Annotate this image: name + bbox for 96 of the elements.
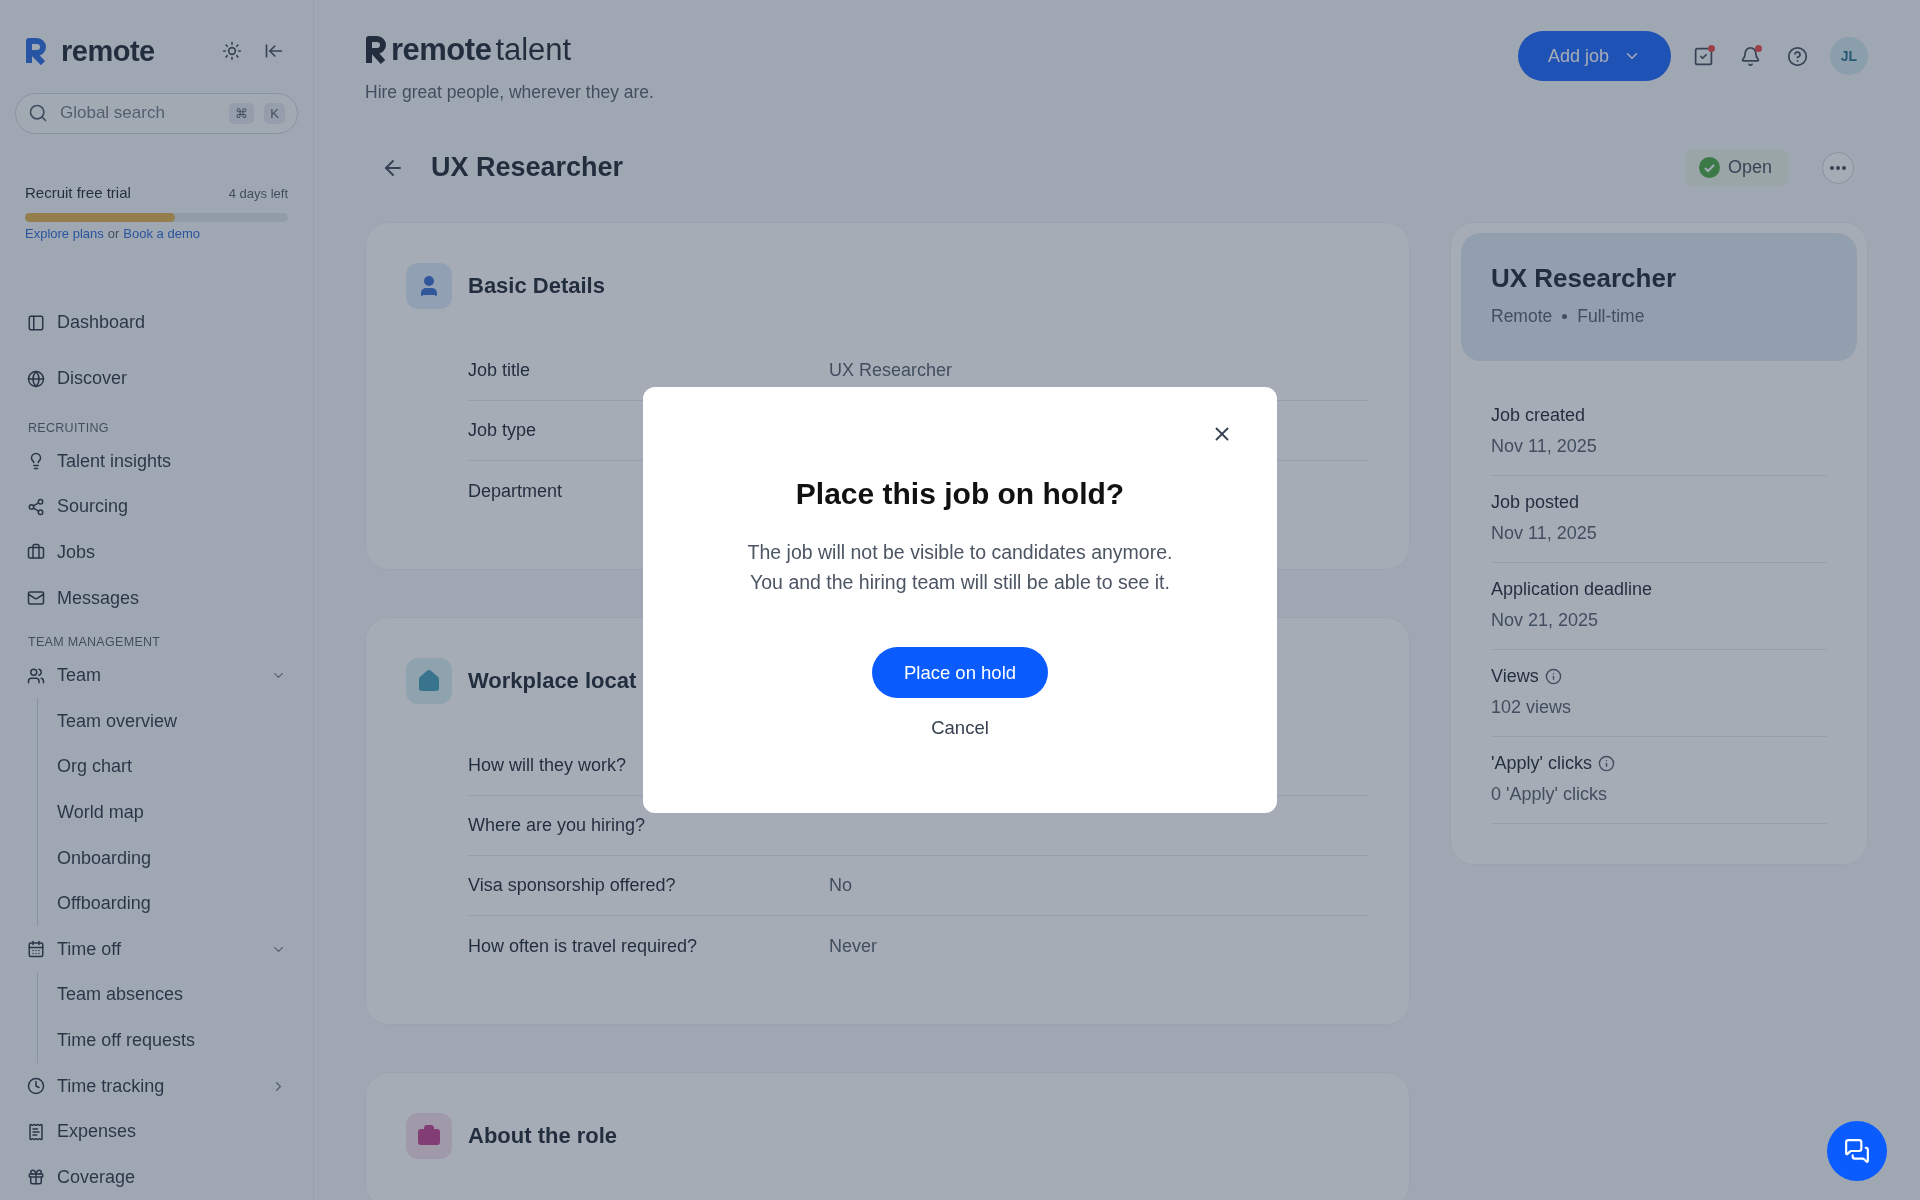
briefcase-icon: [27, 543, 45, 562]
people-icon: [27, 666, 45, 685]
nav-subitem[interactable]: Offboarding: [38, 880, 298, 927]
stat-label: Job created: [1491, 405, 1586, 426]
field-value: No: [829, 875, 853, 896]
search-input[interactable]: Global search: [58, 102, 220, 125]
person-icon: [406, 263, 452, 309]
book-demo-link[interactable]: Book a demo: [123, 225, 200, 241]
notification-dot: [1755, 44, 1762, 52]
search-field[interactable]: Global search ⌘ K: [15, 92, 298, 134]
checkbox-icon: [1693, 45, 1714, 67]
ellipsis-icon: [1830, 165, 1846, 170]
nav-subitem[interactable]: Org chart: [38, 744, 298, 790]
receipt-icon: [27, 1122, 45, 1141]
nav-item[interactable]: Dashboard: [15, 294, 298, 351]
chat-bubbles-icon: [1844, 1138, 1870, 1164]
section-title: About the role: [468, 1123, 618, 1149]
nav-subitem[interactable]: World map: [38, 789, 298, 836]
house-icon: [406, 658, 452, 704]
share-icon: [27, 497, 45, 516]
clock-icon: [27, 1077, 45, 1095]
nav-item[interactable]: Time off: [15, 926, 298, 973]
chat-button[interactable]: [1827, 1121, 1887, 1181]
nav-section-heading: TEAM MANAGEMENT: [27, 633, 162, 651]
add-job-button[interactable]: Add job: [1517, 31, 1671, 81]
brand-name: remote: [391, 32, 492, 68]
stat-label: 'Apply' clicks: [1491, 753, 1592, 774]
nav-subitem[interactable]: Time off requests: [38, 1017, 298, 1064]
summary-title: UX Researcher: [1491, 263, 1677, 294]
nav-item[interactable]: Coverage: [15, 1154, 298, 1200]
bullet-icon: [1562, 314, 1568, 319]
briefcase-icon: [406, 1113, 452, 1159]
nav-item[interactable]: Time tracking: [15, 1063, 298, 1109]
nav-item[interactable]: Discover: [15, 350, 298, 407]
info-icon[interactable]: [1597, 755, 1615, 772]
user-avatar[interactable]: JL: [1830, 37, 1868, 75]
calendar-icon: [27, 940, 45, 959]
envelope-icon: [27, 589, 45, 608]
stat-value: Nov 11, 2025: [1491, 523, 1598, 544]
help-icon: [1787, 45, 1808, 67]
globe-icon: [27, 369, 45, 388]
explore-plans-link[interactable]: Explore plans: [25, 225, 104, 241]
brand-logo-icon: [25, 37, 47, 66]
stat-value: Nov 21, 2025: [1491, 610, 1600, 631]
info-icon[interactable]: [1544, 668, 1562, 685]
bell-icon: [1740, 45, 1761, 67]
nav-item[interactable]: Team: [15, 652, 298, 699]
nav-subitem[interactable]: Team absences: [38, 972, 298, 1018]
stat-value: 0 'Apply' clicks: [1491, 784, 1608, 805]
field-label: Where are you hiring?: [468, 815, 647, 836]
more-button[interactable]: [1822, 151, 1854, 184]
nav-subitem[interactable]: Onboarding: [38, 835, 298, 881]
nav-item[interactable]: Expenses: [15, 1108, 298, 1155]
shortcut-key: ⌘: [229, 102, 255, 124]
field-label: How will they work?: [468, 755, 628, 776]
tagline: Hire great people, wherever they are.: [365, 82, 654, 103]
brand-logo-icon: [365, 35, 387, 65]
section-title: Basic Details: [468, 273, 605, 299]
dialog-message: The job will not be visible to candidates anymore. You and the hiring team will still be able to see it.: [747, 540, 1173, 595]
nav-item[interactable]: Jobs: [15, 529, 298, 576]
gift-icon: [27, 1168, 45, 1187]
or-text: or: [107, 225, 120, 241]
nav-subitem[interactable]: Team overview: [38, 698, 298, 745]
stat-value: Nov 11, 2025: [1491, 436, 1598, 457]
place-on-hold-button[interactable]: Place on hold: [871, 647, 1049, 698]
job-meta: Full-time: [1577, 306, 1645, 327]
stat-label: Application deadline: [1491, 579, 1653, 600]
check-circle-icon: [1698, 157, 1720, 178]
field-value: Never: [829, 935, 878, 957]
stat-value: 102 views: [1491, 697, 1573, 718]
brand-name: remote: [61, 34, 156, 68]
trial-title: Recruit free trial: [25, 183, 131, 201]
page-title: UX Researcher: [431, 152, 625, 183]
job-meta: Remote: [1491, 306, 1553, 327]
sun-icon: [222, 41, 242, 62]
cancel-button[interactable]: Cancel: [925, 716, 995, 740]
section-title: Workplace locat: [468, 668, 637, 694]
nav-item[interactable]: Sourcing: [15, 484, 298, 530]
field-label: Job title: [468, 360, 532, 381]
field-label: Job type: [468, 420, 538, 441]
stat-label: Views: [1491, 666, 1539, 687]
field-label: Visa sponsorship offered?: [468, 875, 677, 896]
product-name: talent: [495, 32, 572, 68]
nav-item[interactable]: Talent insights: [15, 438, 298, 485]
dialog-title: Place this job on hold?: [795, 477, 1125, 511]
field-label: How often is travel required?: [468, 935, 699, 957]
nav-section-heading: RECRUITING: [27, 419, 110, 437]
notification-dot: [1708, 44, 1715, 52]
shortcut-key: K: [264, 102, 285, 124]
nav-item[interactable]: Messages: [15, 575, 298, 621]
field-value: UX Researcher: [829, 360, 954, 381]
search-icon: [28, 103, 48, 124]
stat-label: Job posted: [1491, 492, 1580, 513]
trial-remaining: 4 days left: [228, 185, 288, 201]
panel-icon: [27, 313, 45, 332]
status-badge[interactable]: Open: [1684, 149, 1788, 186]
